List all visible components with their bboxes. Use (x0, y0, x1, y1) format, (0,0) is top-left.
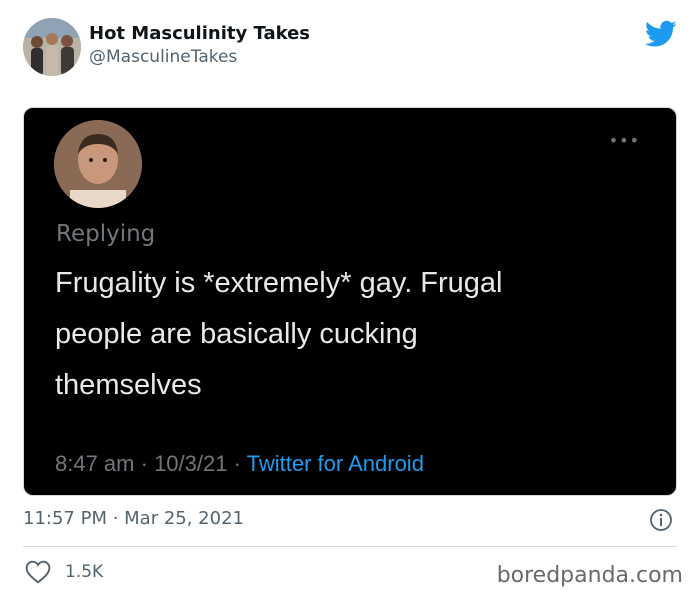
tweet-header: Hot Masculinity Takes @MasculineTakes (23, 18, 683, 78)
meta-separator: · (134, 451, 155, 476)
tweet-text-line: people are basically cucking (55, 318, 418, 350)
heart-icon (25, 560, 51, 584)
like-button[interactable]: 1.5K (25, 560, 103, 584)
tweet-date: Mar 25, 2021 (124, 508, 244, 529)
embedded-tweet-text: Frugality is *extremely* gay. Frugal peo… (55, 258, 635, 411)
embedded-source: Twitter for Android (246, 451, 424, 476)
embedded-time: 8:47 am (55, 451, 135, 476)
author-handle[interactable]: @MasculineTakes (89, 46, 310, 68)
author-block: Hot Masculinity Takes @MasculineTakes (89, 22, 310, 68)
divider (23, 546, 677, 547)
reply-author-avatar (54, 120, 142, 208)
meta-separator: · (106, 508, 125, 529)
embedded-tweet-screenshot: ••• Replying Frugality is *extremely* ga… (23, 107, 677, 496)
info-icon[interactable] (649, 508, 673, 532)
embedded-date: 10/3/21 (154, 451, 228, 476)
tweet-time: 11:57 PM (23, 508, 107, 529)
twitter-bird-icon[interactable] (645, 20, 677, 48)
replying-label: Replying (56, 221, 156, 247)
tweet-text-line: themselves (55, 369, 202, 401)
author-avatar[interactable] (23, 18, 81, 76)
embedded-tweet-meta: 8:47 am · 10/3/21 · Twitter for Android (55, 448, 424, 480)
tweet-text-line: Frugality is *extremely* gay. Frugal (55, 267, 503, 299)
more-dots-icon: ••• (608, 131, 640, 150)
watermark: boredpanda.com (496, 563, 683, 588)
meta-separator: · (227, 451, 247, 476)
like-count: 1.5K (65, 562, 104, 582)
tweet-timestamp[interactable]: 11:57 PM · Mar 25, 2021 (23, 507, 244, 531)
author-name[interactable]: Hot Masculinity Takes (89, 22, 310, 46)
